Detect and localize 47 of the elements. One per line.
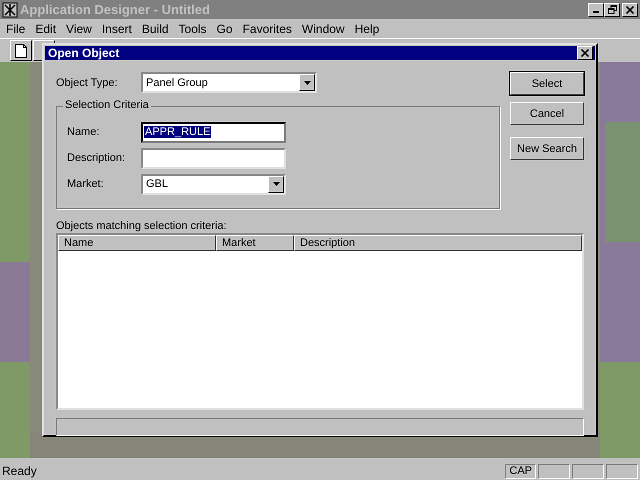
field-label: Object Type: bbox=[56, 76, 119, 88]
caret-icon bbox=[304, 80, 310, 84]
column-header[interactable]: Market bbox=[216, 235, 294, 251]
window-title: Application Designer - Untitled bbox=[20, 2, 211, 17]
dropdown-button[interactable] bbox=[268, 176, 284, 192]
object-type-dropdown[interactable]: Panel Group bbox=[141, 72, 317, 93]
input-field[interactable] bbox=[141, 148, 286, 168]
list-label: Objects matching selection criteria: bbox=[56, 220, 228, 233]
restore-icon bbox=[608, 5, 616, 14]
field-label: Name: bbox=[67, 126, 100, 138]
menu-item[interactable]: Insert bbox=[96, 22, 137, 36]
field-label: Description: bbox=[67, 152, 126, 164]
input-field[interactable]: APPR_RULE bbox=[141, 122, 286, 142]
dialog-title: Open Object bbox=[48, 46, 120, 60]
menu-item[interactable]: Help bbox=[350, 22, 384, 36]
status-text: Ready bbox=[2, 464, 38, 478]
close-button[interactable] bbox=[622, 2, 638, 16]
status-indicator: CAP bbox=[505, 464, 536, 478]
field-label: Market: bbox=[67, 178, 105, 190]
menu-item[interactable]: View bbox=[61, 22, 97, 36]
close-icon bbox=[581, 49, 589, 57]
document-icon bbox=[15, 44, 27, 58]
menu-item[interactable]: Tools bbox=[174, 22, 212, 36]
caret-icon bbox=[272, 182, 280, 186]
menu-item[interactable]: Edit bbox=[30, 22, 62, 36]
dropdown-button[interactable] bbox=[299, 74, 315, 91]
minimize-icon bbox=[593, 11, 599, 13]
dialog-button[interactable]: New Search bbox=[510, 137, 584, 160]
dialog-button[interactable]: Select bbox=[510, 72, 584, 95]
group-title: Selection Criteria bbox=[63, 99, 151, 111]
status-pane bbox=[572, 464, 604, 478]
market-dropdown[interactable]: GBL bbox=[141, 174, 286, 194]
menu-item[interactable]: File bbox=[1, 22, 30, 36]
menu-item[interactable]: Build bbox=[136, 22, 174, 36]
minimize-button[interactable] bbox=[588, 2, 604, 16]
menu-item[interactable]: Go bbox=[212, 22, 238, 36]
column-header[interactable]: Name bbox=[58, 235, 216, 251]
dialog-button[interactable]: Cancel bbox=[510, 102, 584, 125]
close-icon bbox=[626, 6, 634, 14]
status-pane bbox=[538, 464, 570, 478]
close-button[interactable] bbox=[577, 46, 593, 60]
column-header[interactable]: Description bbox=[294, 235, 582, 251]
new-button[interactable] bbox=[10, 40, 32, 61]
menu-item[interactable]: Favorites bbox=[238, 22, 297, 36]
restore-button[interactable] bbox=[604, 2, 620, 16]
menu-item[interactable]: Window bbox=[296, 22, 350, 36]
status-pane bbox=[606, 464, 638, 478]
